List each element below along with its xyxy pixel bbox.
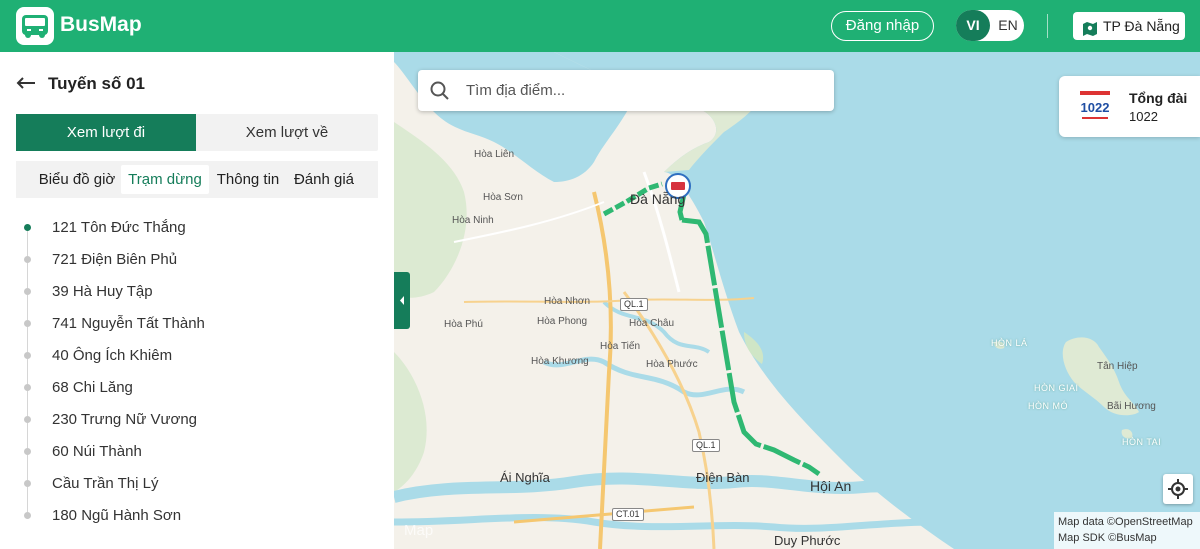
map-label: Hòa Nhơn <box>544 296 591 307</box>
list-item[interactable]: 40 Ông Ích Khiêm <box>0 340 394 384</box>
hotline-logo-icon: 1022 <box>1076 87 1114 125</box>
stop-name: 121 Tôn Đức Thắng <box>52 219 186 236</box>
map-watermark: Map <box>404 522 434 539</box>
stop-name: 741 Nguyễn Tất Thành <box>52 315 205 332</box>
app-name[interactable]: BusMap <box>60 13 142 37</box>
stop-dot-icon <box>24 480 31 487</box>
stop-dot-icon <box>24 384 31 391</box>
stop-dot-icon <box>24 320 31 327</box>
list-item[interactable]: 68 Chi Lăng <box>0 372 394 416</box>
collapse-panel-button[interactable] <box>394 272 410 329</box>
city-label: TP Đà Nẵng <box>1103 18 1180 34</box>
city-select-button[interactable]: TP Đà Nẵng <box>1073 12 1185 40</box>
attribution-osm[interactable]: Map data ©OpenStreetMap <box>1058 514 1196 530</box>
road-shield: QL.1 <box>620 298 648 311</box>
map-label: HÒN GIAI <box>1034 383 1079 393</box>
chevron-left-icon <box>400 296 404 305</box>
map-label: Hòa Tiến <box>600 341 641 352</box>
list-item[interactable]: 230 Trưng Nữ Vương <box>0 404 394 448</box>
search-bar[interactable] <box>418 70 834 111</box>
list-item[interactable]: 39 Hà Huy Tập <box>0 276 394 320</box>
language-switch[interactable]: VI EN <box>956 10 1024 41</box>
map-label: Hòa Sơn <box>483 192 523 203</box>
stop-name: 40 Ông Ích Khiêm <box>52 347 173 364</box>
stop-dot-icon <box>24 224 31 231</box>
lang-en-option[interactable]: EN <box>994 10 1022 41</box>
stop-name: 68 Chi Lăng <box>52 379 133 396</box>
map-label: HÒN LÁ <box>991 338 1028 348</box>
locate-me-button[interactable] <box>1163 474 1193 504</box>
map-label: Hòa Phước <box>646 359 698 370</box>
list-item[interactable]: 741 Nguyễn Tất Thành <box>0 308 394 352</box>
map-icon <box>1082 18 1098 46</box>
list-item[interactable]: 180 Ngũ Hành Sơn <box>0 500 394 532</box>
stop-name: 39 Hà Huy Tập <box>52 283 153 300</box>
login-button[interactable]: Đăng nhập <box>831 11 934 41</box>
top-bar: BusMap Đăng nhập VI EN TP Đà Nẵng <box>0 0 1200 52</box>
list-item[interactable]: 121 Tôn Đức Thắng <box>0 212 394 256</box>
stop-dot-icon <box>24 512 31 519</box>
direction-tabs: Xem lượt đi Xem lượt về <box>16 114 378 151</box>
list-item[interactable]: 721 Điện Biên Phủ <box>0 244 394 288</box>
map-label: Hòa Khương <box>531 356 589 367</box>
stop-name: 180 Ngũ Hành Sơn <box>52 507 182 524</box>
tab-outbound[interactable]: Xem lượt đi <box>16 114 196 151</box>
list-item[interactable]: 60 Núi Thành <box>0 436 394 480</box>
crosshair-icon <box>1168 479 1188 499</box>
back-arrow-icon[interactable] <box>16 76 36 95</box>
map-label: Hòa Liên <box>474 149 515 160</box>
hotline-number: 1022 <box>1129 109 1158 124</box>
map-label: Hội An <box>810 478 852 494</box>
stop-name: 230 Trưng Nữ Vương <box>52 411 198 428</box>
stop-name: 60 Núi Thành <box>52 443 142 460</box>
stop-dot-icon <box>24 256 31 263</box>
stop-dot-icon <box>24 352 31 359</box>
map-attribution: Map data ©OpenStreetMap Map SDK ©BusMap <box>1054 512 1200 549</box>
tab-return[interactable]: Xem lượt về <box>196 114 378 151</box>
route-panel: Tuyến số 01 Xem lượt đi Xem lượt về Biểu… <box>0 52 394 549</box>
busmap-logo-icon[interactable] <box>16 7 54 45</box>
stop-dot-icon <box>24 416 31 423</box>
list-item[interactable]: Cầu Trần Thị Lý <box>0 468 394 512</box>
map-label: Duy Phước <box>774 533 841 548</box>
svg-text:1022: 1022 <box>1081 100 1110 115</box>
stop-dot-icon <box>24 288 31 295</box>
tab-stops[interactable]: Trạm dừng <box>121 165 209 194</box>
road-shield: CT.01 <box>612 508 644 521</box>
route-title: Tuyến số 01 <box>48 74 145 93</box>
search-icon <box>430 81 449 100</box>
divider <box>1047 14 1048 38</box>
stop-name: Cầu Trần Thị Lý <box>52 475 159 492</box>
info-tabs: Biểu đồ giờ Trạm dừng Thông tin Đánh giá <box>16 161 378 198</box>
map-label: Hòa Phong <box>537 316 588 327</box>
tab-schedule[interactable]: Biểu đồ giờ <box>30 165 124 194</box>
map-label: Bãi Hương <box>1107 401 1156 412</box>
map-label: Tân Hiệp <box>1097 361 1138 372</box>
attribution-sdk[interactable]: Map SDK ©BusMap <box>1058 530 1196 546</box>
hotline-title: Tổng đài <box>1129 90 1188 106</box>
map-label: Hòa Châu <box>629 318 675 329</box>
tab-info[interactable]: Thông tin <box>211 165 285 194</box>
map-label: HÒN TAI <box>1122 437 1162 447</box>
stop-dot-icon <box>24 448 31 455</box>
map-label: Ái Nghĩa <box>500 470 550 485</box>
map-label: Đà Nẵng <box>630 191 686 207</box>
map-label: Hòa Phú <box>444 319 483 330</box>
stop-name: 721 Điện Biên Phủ <box>52 251 178 268</box>
search-input[interactable] <box>466 70 826 111</box>
hotline-card[interactable]: 1022 Tổng đài 1022 <box>1059 76 1200 137</box>
road-shield: QL.1 <box>692 439 720 452</box>
map-label: Hòa Ninh <box>452 215 494 226</box>
lang-vi-option[interactable]: VI <box>956 10 990 41</box>
tab-reviews[interactable]: Đánh giá <box>288 165 360 194</box>
map-label: HÒN MÓ <box>1028 401 1068 411</box>
map-label: Điện Bàn <box>696 470 750 485</box>
